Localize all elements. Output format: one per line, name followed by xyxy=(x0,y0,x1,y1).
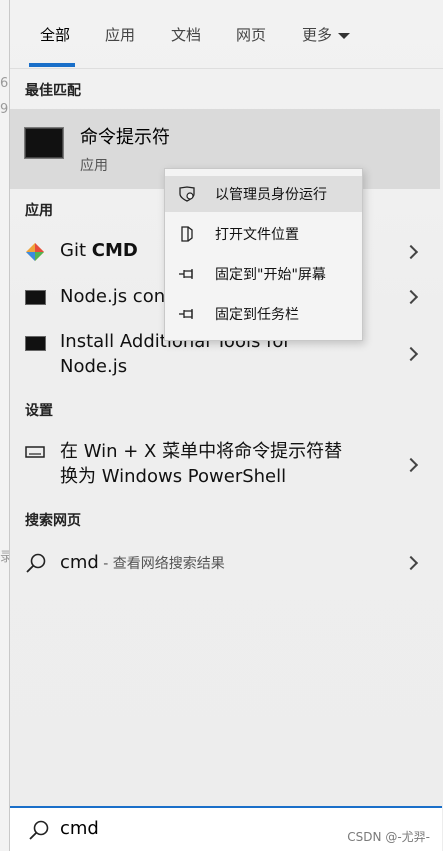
search-icon xyxy=(26,553,46,573)
git-icon xyxy=(26,243,44,261)
background-fragment: 录 xyxy=(0,550,14,565)
chevron-right-icon xyxy=(403,555,419,571)
list-item-label: Git CMD xyxy=(60,238,138,264)
search-input[interactable]: cmd xyxy=(60,818,99,839)
chevron-right-icon xyxy=(403,457,419,473)
apps-heading: 应用 xyxy=(25,203,53,219)
list-item-web-search[interactable]: cmd - 查看网络搜索结果 xyxy=(10,548,440,578)
list-item-label: Node.js con xyxy=(60,286,166,307)
chevron-right-icon xyxy=(403,289,419,305)
best-match-heading: 最佳匹配 xyxy=(25,83,81,99)
filter-tabs: 全部 应用 文档 网页 更多 xyxy=(10,0,443,69)
shield-icon xyxy=(179,186,195,202)
menu-item-label: 固定到"开始"屏幕 xyxy=(215,267,326,283)
list-item-label-line1: 在 Win + X 菜单中将命令提示符替 xyxy=(60,441,343,462)
list-item-winx-setting[interactable]: 在 Win + X 菜单中将命令提示符替 换为 Windows PowerShe… xyxy=(10,438,440,492)
chevron-right-icon xyxy=(403,244,419,260)
list-item-label-line2: 换为 Windows PowerShell xyxy=(60,466,287,487)
chevron-right-icon xyxy=(403,346,419,362)
cmd-icon xyxy=(25,336,46,351)
context-menu: 以管理员身份运行 打开文件位置 固定到"开始"屏幕 固定到任务栏 xyxy=(164,168,363,341)
background-window-edge xyxy=(0,0,9,851)
tab-documents[interactable]: 文档 xyxy=(171,24,201,45)
background-fragment: 6 xyxy=(0,76,9,91)
cmd-icon xyxy=(25,290,46,305)
search-panel: 全部 应用 文档 网页 更多 最佳匹配 命令提示符 应用 应用 Git CMD … xyxy=(9,0,443,851)
watermark: CSDN @-尤羿- xyxy=(347,830,430,844)
menu-item-pin-taskbar[interactable]: 固定到任务栏 xyxy=(165,296,362,332)
menu-item-pin-start[interactable]: 固定到"开始"屏幕 xyxy=(165,256,362,292)
keyboard-icon xyxy=(25,446,45,458)
search-box[interactable]: cmd CSDN @-尤羿- xyxy=(10,806,442,851)
tab-apps[interactable]: 应用 xyxy=(105,24,135,45)
menu-item-label: 固定到任务栏 xyxy=(215,307,299,323)
web-suffix: - 查看网络搜索结果 xyxy=(98,556,225,572)
tab-all[interactable]: 全部 xyxy=(40,24,70,45)
best-match-title: 命令提示符 xyxy=(80,127,170,148)
caret-down-icon xyxy=(338,32,351,39)
tab-web[interactable]: 网页 xyxy=(236,24,266,45)
menu-item-label: 以管理员身份运行 xyxy=(215,187,327,203)
list-item-label: cmd - 查看网络搜索结果 xyxy=(60,550,225,577)
best-match-subtitle: 应用 xyxy=(80,158,108,174)
web-query: cmd xyxy=(60,552,99,573)
cmd-icon xyxy=(24,127,64,159)
menu-item-run-as-admin[interactable]: 以管理员身份运行 xyxy=(165,176,362,212)
pin-icon xyxy=(179,269,193,279)
folder-icon xyxy=(181,226,193,242)
tab-more-label: 更多 xyxy=(302,26,333,44)
search-icon xyxy=(29,820,49,840)
tab-more[interactable]: 更多 xyxy=(302,24,351,45)
menu-item-label: 打开文件位置 xyxy=(215,227,299,243)
background-fragment: 9 xyxy=(0,102,9,117)
list-item-label-line2: Node.js xyxy=(60,356,128,377)
pin-icon xyxy=(179,309,193,319)
git-cmd-bold: CMD xyxy=(91,240,138,261)
git-cmd-prefix: Git xyxy=(60,240,92,261)
menu-item-open-location[interactable]: 打开文件位置 xyxy=(165,216,362,252)
active-tab-indicator xyxy=(29,63,75,67)
settings-heading: 设置 xyxy=(25,403,53,419)
web-heading: 搜索网页 xyxy=(25,513,81,529)
